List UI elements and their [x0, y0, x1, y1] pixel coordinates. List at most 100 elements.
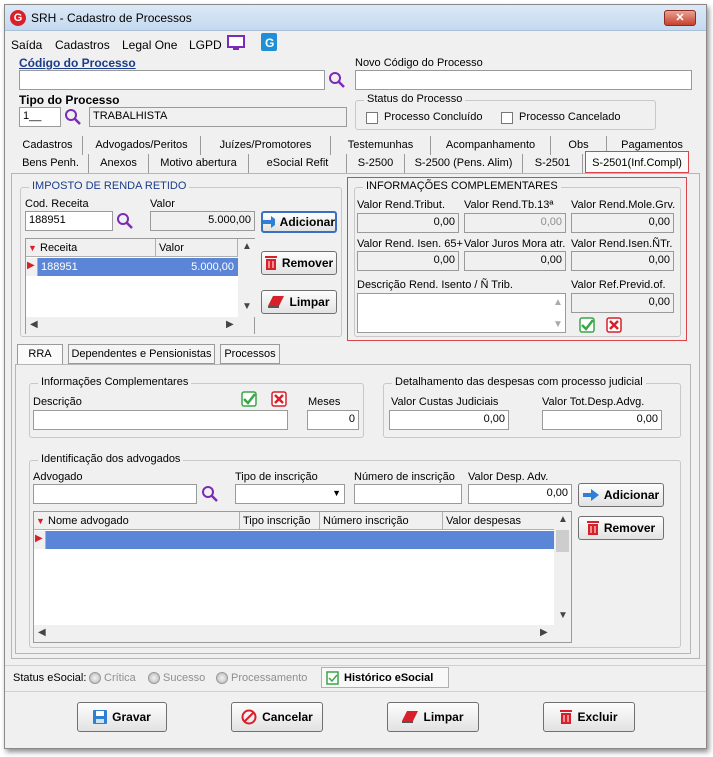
valor-rend-tb13-input[interactable]: 0,00 [464, 213, 566, 233]
irrf-hscrollbar[interactable]: ◀ ▶ [26, 317, 254, 334]
tab-s2500[interactable]: S-2500 [347, 154, 405, 173]
tab-advogados-peritos[interactable]: Advogados/Peritos [83, 136, 201, 155]
codigo-processo-input[interactable] [19, 70, 325, 90]
scroll-down-icon[interactable]: ▼ [553, 319, 563, 330]
irrf-vscrollbar[interactable]: ▲ ▼ [238, 239, 255, 317]
search-icon[interactable] [201, 485, 219, 503]
menu-cadastros[interactable]: Cadastros [55, 38, 110, 52]
scroll-right-icon[interactable]: ▶ [226, 319, 234, 330]
cell-receita: 188951 [41, 261, 78, 273]
scroll-down-icon[interactable]: ▼ [558, 610, 568, 621]
tab-s2500-pens-alim[interactable]: S-2500 (Pens. Alim) [405, 154, 523, 173]
table-row[interactable] [46, 531, 554, 549]
irrf-adicionar-button[interactable]: Adicionar [261, 211, 337, 233]
numero-inscricao-input[interactable] [354, 484, 462, 504]
menu-saida[interactable]: Saída [11, 38, 42, 52]
table-row[interactable]: 188951 5.000,00 [38, 258, 238, 276]
descricao-rend-isento-textarea[interactable] [357, 293, 566, 333]
valor-rend-isen65-input[interactable]: 0,00 [357, 251, 459, 271]
critica-radio[interactable] [89, 672, 101, 684]
irrf-limpar-button[interactable]: Limpar [261, 290, 337, 314]
valor-desp-adv-label: Valor Desp. Adv. [468, 471, 549, 483]
confirm-check-icon[interactable] [241, 391, 257, 407]
scroll-left-icon[interactable]: ◀ [38, 627, 46, 638]
tab-esocial-refit[interactable]: eSocial Refit [249, 154, 347, 173]
tab-testemunhas[interactable]: Testemunhas [331, 136, 431, 155]
scroll-right-icon[interactable]: ▶ [540, 627, 548, 638]
row-indicator: ▶ [26, 258, 38, 276]
eraser-icon [402, 711, 419, 723]
processo-cancelado-checkbox[interactable] [501, 112, 513, 124]
irrf-remover-button[interactable]: Remover [261, 251, 337, 275]
tipo-processo-code-input[interactable]: 1__ [19, 107, 61, 127]
limpar-label: Limpar [423, 710, 464, 724]
descricao-input[interactable] [33, 410, 288, 430]
tab-s2501-inf-compl[interactable]: S-2501(Inf.Compl) [585, 151, 689, 173]
g-logo-icon[interactable]: G [261, 33, 277, 51]
tab-acompanhamento[interactable]: Acompanhamento [431, 136, 551, 155]
scroll-down-icon[interactable]: ▼ [242, 301, 252, 312]
valor-desp-adv-input[interactable]: 0,00 [468, 484, 572, 504]
monitor-icon[interactable] [227, 35, 245, 51]
valor-custas-input[interactable]: 0,00 [389, 410, 509, 430]
scroll-up-icon[interactable]: ▲ [553, 297, 563, 308]
irrf-grid-header: ▼ Receita Valor [26, 239, 238, 257]
valor-tot-desp-advg-input[interactable]: 0,00 [542, 410, 662, 430]
grid-header-numero-inscricao[interactable]: Número inscrição [320, 512, 443, 530]
cancel-x-icon[interactable] [606, 317, 622, 333]
scroll-up-icon[interactable]: ▲ [242, 241, 252, 252]
valor-rend-isen-ntr-input[interactable]: 0,00 [571, 251, 674, 271]
grid-header-valor[interactable]: Valor [156, 239, 238, 257]
processamento-radio[interactable] [216, 672, 228, 684]
confirm-check-icon[interactable] [579, 317, 595, 333]
tab-cadastros[interactable]: Cadastros [13, 136, 83, 155]
valor-juros-mora-input[interactable]: 0,00 [464, 251, 566, 271]
scroll-left-icon[interactable]: ◀ [30, 319, 38, 330]
subtab-rra[interactable]: RRA [17, 344, 63, 364]
grid-header-nome-advogado[interactable]: ▼ Nome advogado [34, 512, 240, 530]
valor-rend-tribut-input[interactable]: 0,00 [357, 213, 459, 233]
gravar-button[interactable]: Gravar [77, 702, 167, 732]
limpar-button[interactable]: Limpar [387, 702, 479, 732]
meses-input[interactable]: 0 [307, 410, 359, 430]
grid-header-tipo-inscricao[interactable]: Tipo inscrição [240, 512, 320, 530]
search-icon[interactable] [64, 108, 82, 126]
tab-s2501[interactable]: S-2501 [523, 154, 583, 173]
historico-esocial-button[interactable]: Histórico eSocial [321, 667, 449, 688]
processo-concluido-checkbox[interactable] [366, 112, 378, 124]
advogado-adicionar-button[interactable]: Adicionar [578, 483, 664, 507]
subtab-dependentes-pensionistas[interactable]: Dependentes e Pensionistas [68, 344, 215, 364]
novo-codigo-input[interactable] [355, 70, 692, 90]
valor-input[interactable]: 5.000,00 [150, 211, 255, 231]
advogados-vscrollbar[interactable]: ▲ ▼ [554, 512, 571, 625]
grid-header-receita[interactable]: ▼ Receita [26, 239, 156, 257]
subtab-processos[interactable]: Processos [220, 344, 280, 364]
scroll-thumb[interactable] [556, 530, 569, 552]
search-icon[interactable] [116, 212, 134, 230]
advogados-hscrollbar[interactable]: ◀ ▶ [34, 625, 571, 642]
remover-label: Remover [281, 256, 334, 270]
tab-motivo-abertura[interactable]: Motivo abertura [149, 154, 249, 173]
close-button[interactable]: ✕ [664, 10, 696, 26]
cancel-x-icon[interactable] [271, 391, 287, 407]
grid-header-valor-despesas[interactable]: Valor despesas [443, 512, 554, 530]
excluir-button[interactable]: Excluir [543, 702, 635, 732]
menu-lgpd[interactable]: LGPD [189, 38, 222, 52]
search-icon[interactable] [328, 71, 346, 89]
tipo-inscricao-select[interactable]: ▼ [235, 484, 345, 504]
menu-legal-one[interactable]: Legal One [122, 38, 177, 52]
cell-valor: 5.000,00 [191, 261, 234, 273]
valor-rend-mole-grv-input[interactable]: 0,00 [571, 213, 674, 233]
tab-bens-penh[interactable]: Bens Penh. [13, 154, 89, 173]
cancelar-button[interactable]: Cancelar [231, 702, 323, 732]
scroll-up-icon[interactable]: ▲ [558, 514, 568, 525]
valor-ref-previd-input[interactable]: 0,00 [571, 293, 674, 313]
sucesso-radio[interactable] [148, 672, 160, 684]
advogado-input[interactable] [33, 484, 197, 504]
cod-receita-input[interactable]: 188951 [25, 211, 113, 231]
processo-cancelado-label: Processo Cancelado [519, 111, 621, 123]
tab-anexos[interactable]: Anexos [89, 154, 149, 173]
advogado-remover-button[interactable]: Remover [578, 516, 664, 540]
remover-label: Remover [603, 521, 656, 535]
tab-juizes-promotores[interactable]: Juízes/Promotores [201, 136, 331, 155]
